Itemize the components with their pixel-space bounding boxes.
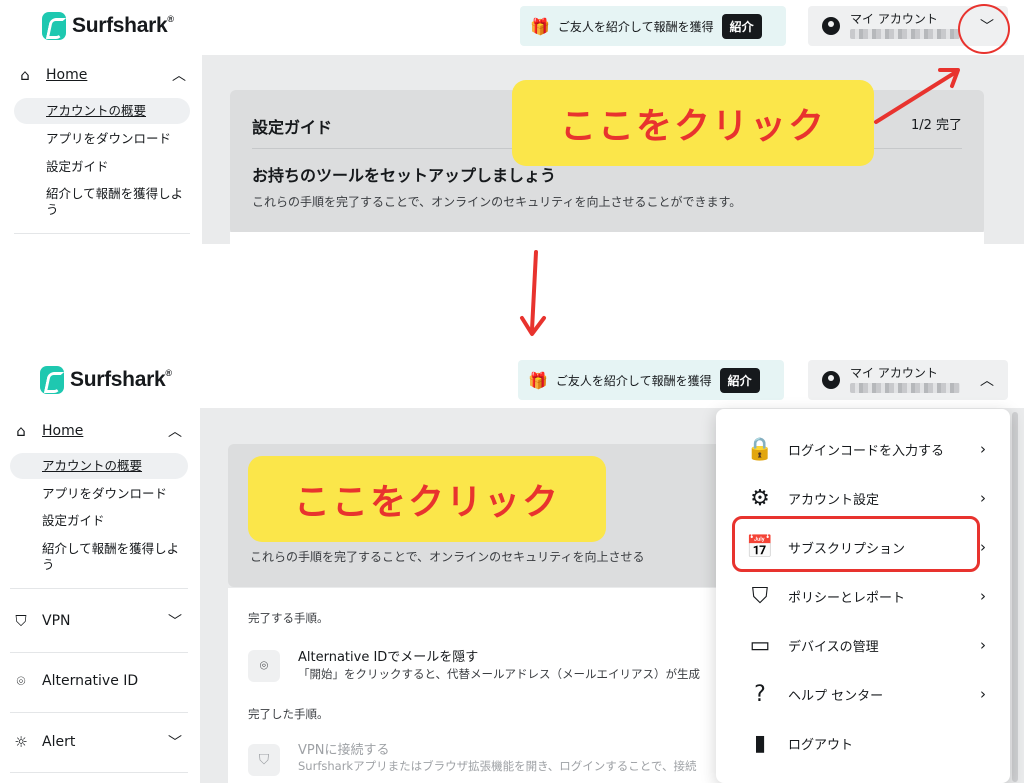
sidebar-subitem-download-apps[interactable]: アプリをダウンロード <box>42 486 167 502</box>
chevron-down-icon: ﹀ <box>168 614 182 630</box>
menu-item-account-settings[interactable]: ⚙ アカウント設定 › <box>716 482 1010 514</box>
devices-icon: ▭ <box>749 632 771 658</box>
vpn-shield-icon: ⛉ <box>15 612 27 630</box>
menu-item-manage-devices[interactable]: ▭ デバイスの管理 › <box>716 629 1010 661</box>
annotation-callout: ここをクリック <box>248 456 606 542</box>
chevron-down-icon: ﹀ <box>168 735 182 751</box>
vpn-shield-icon: ⛉ <box>248 744 280 776</box>
step-title[interactable]: Alternative IDでメールを隠す <box>298 646 478 665</box>
logout-icon: ▮ <box>753 730 767 756</box>
alert-icon: ☼ <box>14 733 28 751</box>
account-icon <box>822 371 840 389</box>
chevron-right-icon: › <box>980 489 986 507</box>
chevron-right-icon: › <box>980 440 986 458</box>
sidebar-item-alternative-id[interactable]: ⌾ Alternative ID <box>12 672 182 690</box>
chevron-right-icon: › <box>980 636 986 654</box>
sidebar-subitem-account-overview[interactable]: アカウントの概要 <box>10 453 188 479</box>
chevron-right-icon: › <box>980 685 986 703</box>
annotation-highlight-box <box>732 516 980 572</box>
refer-button[interactable]: 紹介 <box>719 367 760 393</box>
sidebar-divider <box>10 588 188 589</box>
account-dropdown-menu: 🔒 ログインコードを入力する › ⚙ アカウント設定 › 📅 サブスクリプション… <box>716 409 1010 783</box>
step-title[interactable]: VPNに接続する <box>298 739 389 758</box>
scrollbar[interactable] <box>1012 412 1018 782</box>
chevron-right-icon: › <box>980 538 986 556</box>
menu-item-logout[interactable]: ▮ ログアウト <box>716 727 1010 759</box>
account-menu-button[interactable]: マイ アカウント ︿ <box>808 360 1008 400</box>
sidebar-item-alert[interactable]: ☼ Alert ﹀ <box>12 733 182 751</box>
surfshark-logo-icon <box>40 366 64 394</box>
home-icon: ⌂ <box>16 422 26 440</box>
alternative-id-icon: ⌾ <box>16 672 26 690</box>
menu-item-enter-login-code[interactable]: 🔒 ログインコードを入力する › <box>716 433 1010 465</box>
sidebar: Surfshark® ⌂ Home ︿ アカウントの概要 アプリをダウンロード … <box>0 352 200 783</box>
gift-icon: 🎁 <box>528 370 548 390</box>
blurred-email <box>850 383 960 393</box>
lock-code-icon: 🔒 <box>746 436 774 462</box>
sidebar-subitem-setup-guide[interactable]: 設定ガイド <box>42 513 105 529</box>
gear-icon: ⚙ <box>750 485 770 511</box>
sidebar-divider <box>10 652 188 653</box>
chevron-up-icon: ︿ <box>168 424 182 440</box>
shield-at-icon: ⛉ <box>751 583 769 609</box>
sidebar-divider <box>10 712 188 713</box>
bottom-screenshot: Surfshark® ⌂ Home ︿ アカウントの概要 アプリをダウンロード … <box>0 352 1024 783</box>
chevron-right-icon: › <box>980 587 986 605</box>
surfshark-logo[interactable]: Surfshark® <box>40 366 172 394</box>
sidebar-divider <box>10 772 188 773</box>
refer-banner[interactable]: 🎁 ご友人を紹介して報酬を獲得 紹介 <box>518 360 784 400</box>
sidebar-subitem-refer[interactable]: 紹介して報酬を獲得しよう <box>42 541 182 573</box>
chevron-up-icon: ︿ <box>980 373 994 389</box>
help-icon: ? <box>754 681 766 707</box>
menu-item-help-center[interactable]: ? ヘルプ センター › <box>716 678 1010 710</box>
sidebar-item-vpn[interactable]: ⛉ VPN ﹀ <box>12 612 182 630</box>
sidebar-item-home[interactable]: ⌂ Home ︿ <box>12 422 182 440</box>
menu-item-policies-reports[interactable]: ⛉ ポリシーとレポート › <box>716 580 1010 612</box>
alternative-id-icon: ⌾ <box>248 650 280 682</box>
